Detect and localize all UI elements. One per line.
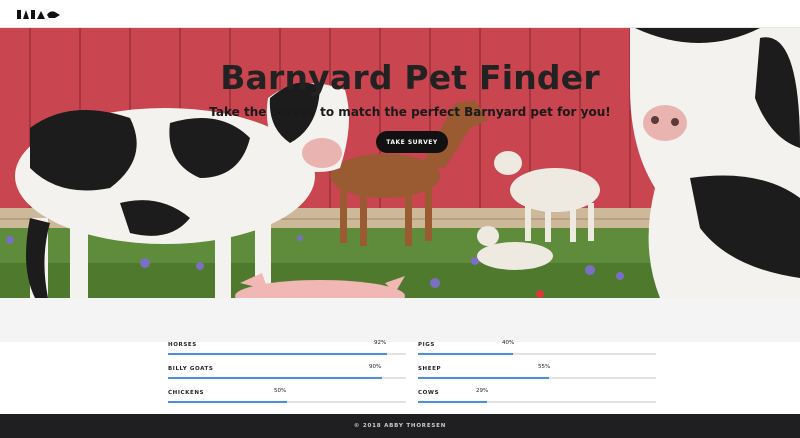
stat-chickens: CHICKENS 50% bbox=[168, 388, 406, 410]
stat-pigs: PIGS 40% bbox=[418, 340, 656, 362]
stat-percent: 50% bbox=[274, 388, 287, 394]
stat-percent: 40% bbox=[502, 340, 515, 346]
stat-label: COWS bbox=[418, 390, 440, 396]
navbar bbox=[0, 0, 800, 28]
progress-track bbox=[418, 377, 656, 379]
progress-track bbox=[418, 353, 656, 355]
stat-percent: 55% bbox=[538, 364, 551, 370]
progress-fill bbox=[418, 377, 549, 379]
progress-fill bbox=[418, 401, 488, 403]
stat-horses: HORSES 92% bbox=[168, 340, 406, 362]
logo-icon[interactable] bbox=[17, 9, 61, 20]
progress-fill bbox=[418, 353, 514, 355]
hero-subtitle: Take the survey to match the perfect Bar… bbox=[209, 105, 611, 119]
stat-percent: 29% bbox=[476, 388, 489, 394]
stat-label: SHEEP bbox=[418, 366, 442, 372]
progress-fill bbox=[168, 401, 287, 403]
hero-banner: Barnyard Pet Finder Take the survey to m… bbox=[0, 28, 800, 298]
progress-fill bbox=[168, 377, 383, 379]
page-title: Barnyard Pet Finder bbox=[220, 58, 600, 97]
stats-section: HORSES 92% BILLY GOATS 90% CHICKENS 50% … bbox=[0, 340, 800, 414]
progress-track bbox=[168, 401, 406, 403]
progress-track bbox=[418, 401, 656, 403]
stat-sheep: SHEEP 55% bbox=[418, 364, 656, 386]
section-divider bbox=[0, 298, 800, 342]
stat-label: CHICKENS bbox=[168, 390, 205, 396]
stat-percent: 90% bbox=[369, 364, 382, 370]
stat-percent: 92% bbox=[374, 340, 387, 346]
progress-track bbox=[168, 353, 406, 355]
stat-label: BILLY GOATS bbox=[168, 366, 214, 372]
copyright-text: © 2018 ABBY THORESEN bbox=[353, 423, 447, 429]
take-survey-button[interactable]: TAKE SURVEY bbox=[376, 131, 448, 153]
progress-fill bbox=[168, 353, 387, 355]
footer: © 2018 ABBY THORESEN bbox=[0, 414, 800, 438]
stat-cows: COWS 29% bbox=[418, 388, 656, 410]
stat-label: PIGS bbox=[418, 342, 435, 348]
stat-label: HORSES bbox=[168, 342, 197, 348]
progress-track bbox=[168, 377, 406, 379]
stat-billy-goats: BILLY GOATS 90% bbox=[168, 364, 406, 386]
